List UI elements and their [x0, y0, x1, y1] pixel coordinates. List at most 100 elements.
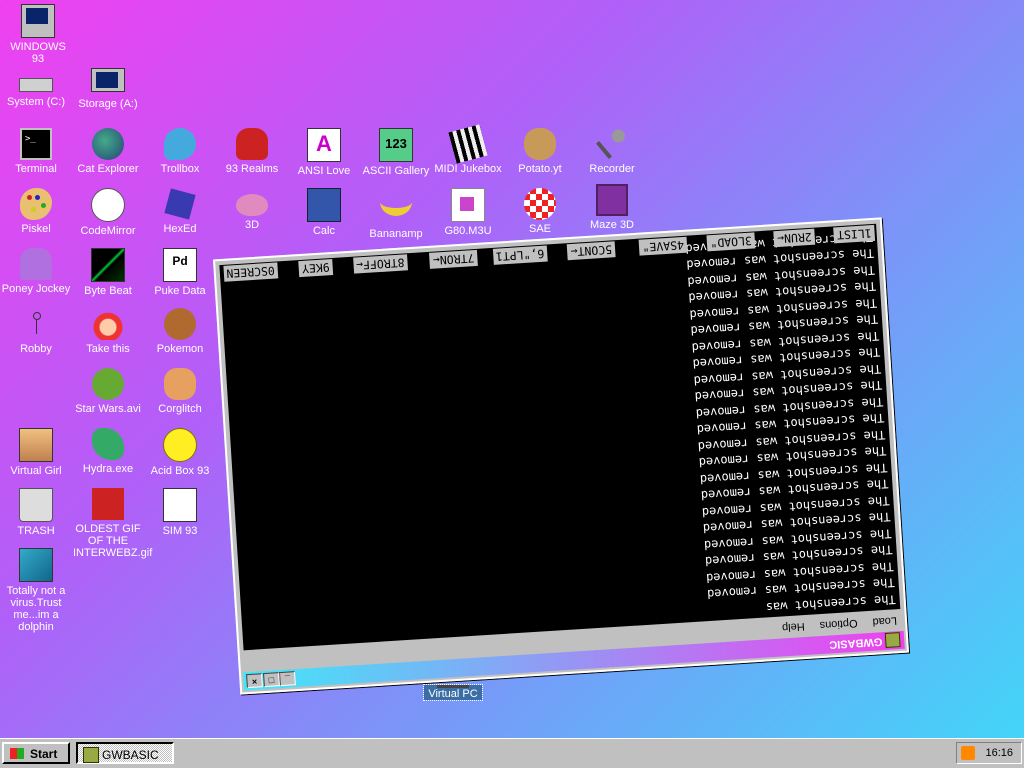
desktop-icon-take-this[interactable]: Take this	[72, 308, 144, 355]
pony-icon	[20, 248, 52, 280]
desktop-icon-label: 93 Realms	[225, 163, 279, 175]
desktop-icon-label: Cat Explorer	[77, 163, 139, 175]
desktop-icon-sim93[interactable]: SIM 93	[144, 488, 216, 537]
desktop-icon-maze-3d[interactable]: Maze 3D	[576, 184, 648, 231]
desktop-icon-byte-beat[interactable]: Byte Beat	[72, 248, 144, 297]
desktop-icon-piskel[interactable]: Piskel	[0, 188, 72, 235]
menu-options[interactable]: Options	[813, 613, 864, 634]
floppy-drive-icon	[91, 68, 125, 92]
start-button[interactable]: Start	[2, 742, 70, 764]
desktop-icon-label: Take this	[86, 343, 130, 355]
music-file-icon	[451, 188, 485, 222]
letter-a-icon: A	[307, 128, 341, 162]
desktop-icon-calc[interactable]: Calc	[288, 188, 360, 237]
desktop-icon-label: Calc	[312, 225, 335, 237]
close-button[interactable]: ×	[246, 673, 263, 689]
menu-help[interactable]: Help	[775, 617, 811, 637]
function-key-10: 0SCREEN	[222, 262, 279, 283]
desktop-icon-label: MIDI Jukebox	[434, 163, 502, 175]
paint-palette-icon	[20, 188, 52, 220]
screen-output: The screenshot was The screenshot was rem…	[685, 229, 896, 620]
desktop-icon-label: OLDEST GIF OF THE INTERWEBZ.gif	[73, 523, 153, 559]
desktop-icon-poney-jockey[interactable]: Poney Jockey	[0, 248, 72, 295]
desktop-icon-codemirror[interactable]: CodeMirror	[72, 188, 144, 237]
desktop-icon-label: 3D	[244, 219, 260, 231]
desktop-icon-robby[interactable]: Robby	[0, 308, 72, 355]
desktop-icon-label: Star Wars.avi	[75, 403, 141, 415]
function-key-3: 3LOAD"	[706, 232, 756, 252]
function-key-1: 1LIST	[833, 224, 876, 244]
calculator-icon	[307, 188, 341, 222]
desktop-icon-midi-jukebox[interactable]: MIDI Jukebox	[432, 124, 504, 175]
yoda-icon	[92, 368, 124, 400]
desktop-icon-g80[interactable]: G80.M3U	[432, 188, 504, 237]
dragon-icon	[92, 428, 124, 460]
corgi-icon	[164, 368, 196, 400]
rss-feed-icon[interactable]	[961, 746, 975, 760]
windows-logo-icon	[10, 748, 24, 759]
teapot-icon	[236, 194, 268, 216]
desktop-icon-recorder[interactable]: Recorder	[576, 128, 648, 175]
globe-cat-icon	[92, 128, 124, 160]
minimize-button[interactable]: _	[279, 671, 296, 687]
desktop-icon-cat-explorer[interactable]: Cat Explorer	[72, 128, 144, 175]
desktop-icon-oldest-gif[interactable]: OLDEST GIF OF THE INTERWEBZ.gif	[72, 488, 153, 559]
desktop-icon-sae[interactable]: SAE	[504, 188, 576, 235]
function-key-5: 5CONT←	[567, 241, 616, 261]
maximize-button[interactable]: □	[263, 672, 280, 688]
desktop-icon-label: Robby	[20, 343, 52, 355]
desktop-icon-windows93[interactable]: WINDOWS 93	[2, 4, 74, 65]
window-title: GWBASIC	[828, 635, 883, 651]
menu-load[interactable]: Load	[866, 611, 904, 631]
basic-screen[interactable]: The screenshot was The screenshot was rem…	[219, 223, 901, 651]
desktop-icon-trash[interactable]: TRASH	[0, 488, 72, 537]
desktop-icon-hexed[interactable]: HexEd	[144, 188, 216, 235]
terminal-icon	[20, 128, 52, 160]
desktop-icon-virtual-girl[interactable]: Virtual Girl	[0, 428, 72, 477]
desktop-icon-system[interactable]: System (C:)	[0, 68, 72, 108]
desktop-icon-label: Recorder	[589, 163, 635, 175]
desktop-icon-label: Totally not a virus.Trust me...im a dolp…	[6, 585, 66, 633]
desktop-icon-bananamp[interactable]: Bananamp	[360, 188, 432, 240]
smiley-icon	[163, 428, 197, 462]
book-icon	[163, 488, 197, 522]
desktop-icon-corglitch[interactable]: Corglitch	[144, 368, 216, 415]
desktop-icon-virtual-pc[interactable]: Virtual PC	[423, 684, 483, 701]
desktop-icon-star-wars[interactable]: Star Wars.avi	[72, 368, 144, 415]
potato-icon	[524, 128, 556, 160]
hard-drive-icon	[19, 78, 53, 92]
cat-icon	[91, 188, 125, 222]
recycle-bin-icon	[19, 488, 53, 522]
desktop-icon-ascii-gallery[interactable]: 123 ASCII Gallery	[360, 128, 432, 177]
desktop-icon-trollbox[interactable]: Trollbox	[144, 128, 216, 175]
desktop-icon-3d[interactable]: 3D	[216, 188, 288, 231]
function-key-6: 6,"LPT1	[492, 245, 548, 266]
function-key-2: 2RUN←	[773, 228, 816, 248]
taskbar-item-gwbasic[interactable]: GWBASIC	[76, 742, 174, 764]
taskbar: Start GWBASIC 16:16	[0, 738, 1024, 768]
desktop-icon-label: ANSI Love	[297, 165, 351, 177]
desktop-icon-ansi-love[interactable]: A ANSI Love	[288, 128, 360, 177]
desktop-icon-storage[interactable]: Storage (A:)	[72, 68, 144, 110]
banana-icon	[380, 188, 412, 216]
desktop-icon-acid-box[interactable]: Acid Box 93	[144, 428, 216, 477]
desktop-icon-dolphin[interactable]: Totally not a virus.Trust me...im a dolp…	[0, 548, 72, 633]
desktop-icon-label: ASCII Gallery	[362, 165, 430, 177]
desktop-icon-label: Bananamp	[369, 228, 423, 240]
gwbasic-app-icon	[83, 747, 99, 763]
desktop-icon-terminal[interactable]: Terminal	[0, 128, 72, 175]
desktop-icon-pokemon[interactable]: Pokemon	[144, 308, 216, 355]
desktop-icon-label: SIM 93	[162, 525, 198, 537]
desktop-icon-hydra[interactable]: Hydra.exe	[72, 428, 144, 475]
desktop-icon-potato[interactable]: Potato.yt	[504, 128, 576, 175]
start-label: Start	[30, 747, 58, 761]
gwbasic-window[interactable]: GWBASIC _ □ × Load Options Help The scre…	[212, 217, 910, 695]
function-key-7: 7TRON←	[429, 249, 478, 270]
desktop-icon-puke-data[interactable]: Pd Puke Data	[144, 248, 216, 297]
cookie-icon	[164, 308, 196, 340]
taskbar-item-label: GWBASIC	[102, 748, 159, 762]
desktop-icon-label: Maze 3D	[589, 219, 635, 231]
function-key-4: 4SAVE"	[639, 236, 688, 257]
waveform-icon	[91, 248, 125, 282]
desktop-icon-93-realms[interactable]: 93 Realms	[216, 128, 288, 175]
